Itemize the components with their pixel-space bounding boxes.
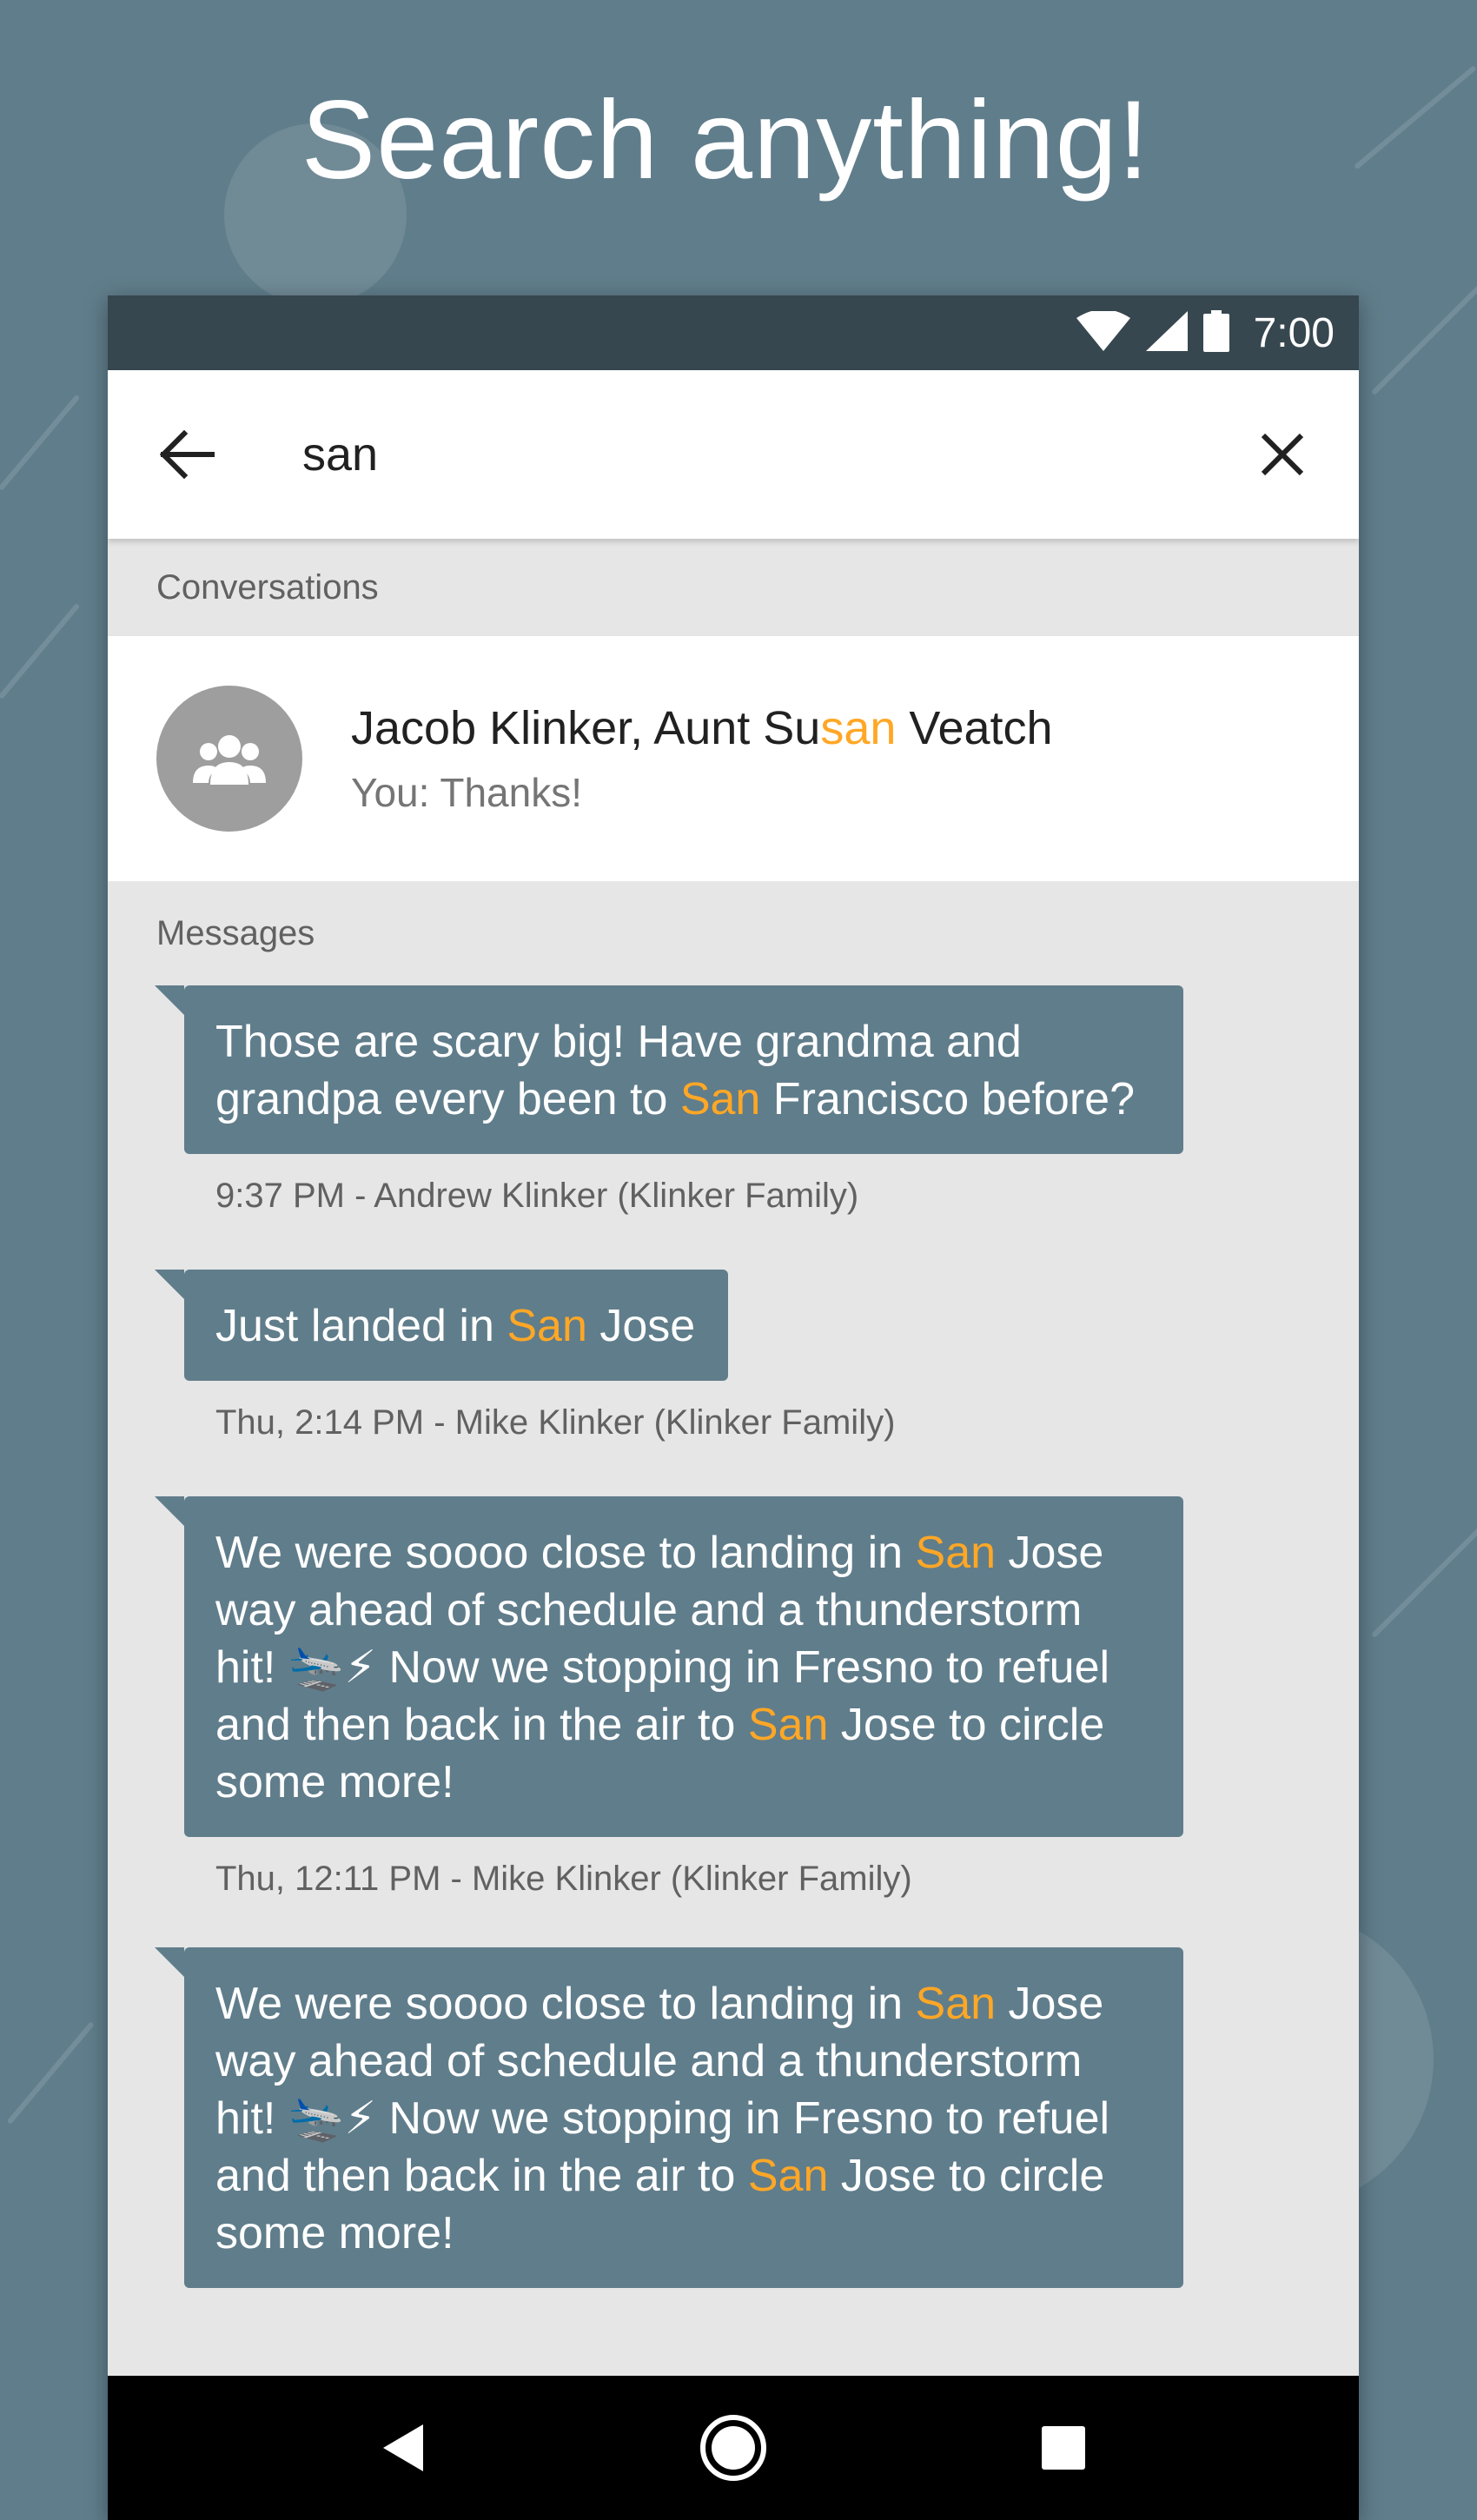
search-bar [108,370,1359,539]
message-results-list: Those are scary big! Have grandma and gr… [108,985,1359,2288]
status-bar: 7:00 [108,295,1359,370]
status-time: 7:00 [1253,309,1335,356]
navigation-bar [108,2376,1359,2520]
message-result[interactable]: Just landed in San Jose Thu, 2:14 PM - M… [154,1270,1359,1442]
message-result[interactable]: We were soooo close to landing in San Jo… [155,1496,1359,1899]
conversations-section-header: Conversations [108,539,1359,636]
messages-section-header: Messages [108,881,1359,985]
wifi-icon [1076,308,1130,355]
recents-square-icon[interactable] [1024,2409,1103,2487]
background-decoration-line [6,2021,95,2125]
message-result[interactable]: Those are scary big! Have grandma and gr… [155,985,1359,1216]
background-decoration-line [0,394,81,491]
page-headline: Search anything! [301,78,1150,202]
battery-icon [1202,309,1229,356]
conversation-result[interactable]: Jacob Klinker, Aunt Susan Veatch You: Th… [108,636,1359,881]
message-bubble: We were soooo close to landing in San Jo… [155,1496,1183,1837]
phone-screen: 7:00 Conversations Jacob Klinker, Aunt S… [108,295,1359,2520]
signal-icon [1145,310,1188,355]
arrow-left-icon[interactable] [153,420,222,489]
group-icon [156,686,302,832]
message-bubble: We were soooo close to landing in San Jo… [155,1947,1183,2288]
background-decoration-line [0,602,81,700]
conversation-snippet: You: Thanks! [351,770,582,815]
background-decoration-line [1370,269,1477,396]
message-meta: Thu, 12:11 PM - Mike Klinker (Klinker Fa… [215,1860,912,1898]
message-meta: 9:37 PM - Andrew Klinker (Klinker Family… [215,1177,859,1215]
back-triangle-icon[interactable] [364,2409,442,2487]
message-bubble: Those are scary big! Have grandma and gr… [155,985,1183,1154]
home-circle-icon[interactable] [694,2409,772,2487]
message-result[interactable]: We were soooo close to landing in San Jo… [155,1947,1359,2288]
close-icon[interactable] [1248,420,1317,489]
message-meta: Thu, 2:14 PM - Mike Klinker (Klinker Fam… [215,1403,896,1442]
search-input[interactable] [302,428,1248,481]
message-bubble: Just landed in San Jose [154,1270,729,1381]
background-decoration-line [1370,1523,1477,1639]
conversation-title: Jacob Klinker, Aunt Susan Veatch [351,702,1053,754]
